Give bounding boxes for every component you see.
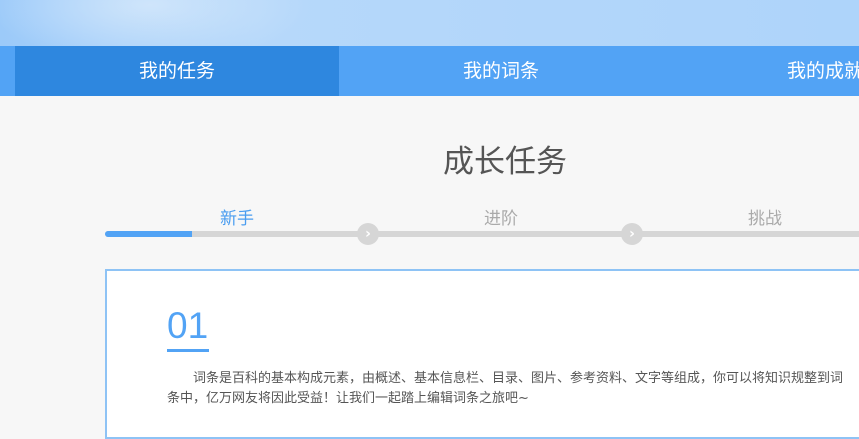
progress-fill	[105, 231, 192, 237]
tab-my-entries[interactable]: 我的词条	[339, 46, 663, 96]
tab-my-achievements[interactable]: 我的成就	[663, 46, 859, 96]
step-beginner[interactable]: 新手	[177, 204, 297, 229]
step-challenge[interactable]: 挑战	[705, 204, 825, 229]
step-advanced[interactable]: 进阶	[441, 204, 561, 229]
progress-bar	[105, 231, 859, 237]
header-banner	[0, 0, 859, 46]
task-card: 01 词条是百科的基本构成元素，由概述、基本信息栏、目录、图片、参考资料、文字等…	[105, 269, 859, 439]
chevron-right-icon: ›	[357, 223, 379, 245]
nav-bar: 我的任务 我的词条 我的成就	[0, 46, 859, 96]
task-description: 词条是百科的基本构成元素，由概述、基本信息栏、目录、图片、参考资料、文字等组成，…	[167, 371, 844, 406]
number-underline	[167, 349, 209, 352]
tab-my-tasks[interactable]: 我的任务	[15, 46, 339, 96]
page-title: 成长任务	[443, 144, 567, 180]
task-number: 01	[167, 305, 209, 346]
chevron-right-icon: ›	[621, 223, 643, 245]
